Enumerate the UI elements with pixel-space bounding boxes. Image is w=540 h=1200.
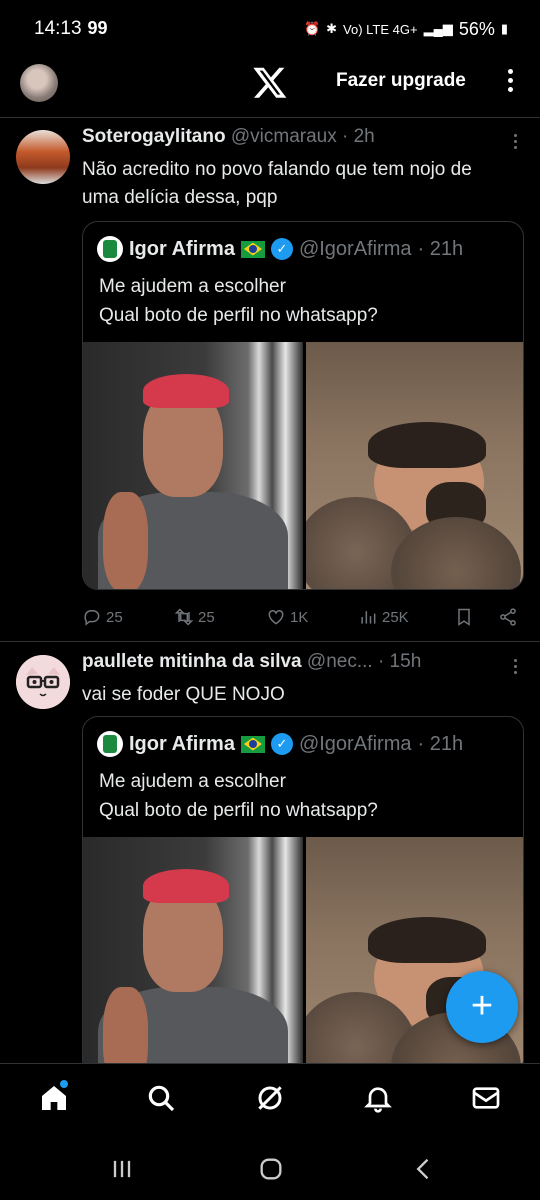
- nav-notifications[interactable]: [362, 1082, 394, 1114]
- bookmark-button[interactable]: [454, 607, 498, 627]
- quoted-text-line: Qual boto de perfil no whatsapp?: [99, 800, 378, 821]
- retweet-icon: [174, 608, 194, 626]
- like-button[interactable]: 1K: [266, 607, 358, 627]
- quoted-text: Me ajudem a escolher Qual boto de perfil…: [99, 272, 507, 330]
- mail-icon: [472, 1087, 500, 1109]
- quoted-text-line: Me ajudem a escolher: [99, 771, 286, 792]
- brazil-flag-icon: [240, 735, 265, 753]
- retweet-count: 25: [198, 608, 215, 626]
- status-time: 14:13: [34, 18, 82, 39]
- battery-level: 56%: [458, 18, 495, 39]
- quoted-author-handle: @IgorAfirma: [298, 237, 412, 260]
- quoted-time: · 21h: [417, 732, 464, 755]
- network-indicator: Vo) LTE 4G+: [343, 21, 418, 37]
- compose-button[interactable]: +: [446, 971, 518, 1043]
- verified-badge-icon: ✓: [270, 733, 293, 755]
- quoted-text: Me ajudem a escolher Qual boto de perfil…: [99, 767, 507, 825]
- quoted-media: [83, 342, 523, 589]
- bookmark-icon: [458, 608, 470, 626]
- more-options-icon[interactable]: [500, 66, 520, 98]
- tweet-text: vai se foder QUE NOJO: [82, 684, 285, 705]
- like-count: 1K: [290, 608, 309, 626]
- verified-badge-icon: ✓: [270, 238, 293, 260]
- nav-messages[interactable]: [470, 1082, 502, 1114]
- quoted-author-name: Igor Afirma: [129, 732, 235, 755]
- top-header: Fazer upgrade: [0, 58, 540, 118]
- retweet-button[interactable]: 25: [174, 607, 266, 627]
- view-count: 25K: [382, 608, 409, 626]
- tweet-actions: 25 25 1K 25K: [82, 602, 522, 632]
- x-logo-icon[interactable]: [252, 64, 288, 100]
- photo-lying[interactable]: [306, 342, 523, 589]
- search-icon: [148, 1085, 175, 1112]
- quoted-media: [83, 837, 523, 1075]
- notification-count: 99: [87, 18, 108, 38]
- tweet-more-icon[interactable]: [512, 659, 518, 677]
- views-icon: [361, 611, 376, 624]
- share-button[interactable]: [498, 607, 518, 627]
- back-icon[interactable]: [410, 1155, 438, 1183]
- reply-button[interactable]: 25: [82, 607, 174, 627]
- reply-count: 25: [106, 608, 123, 626]
- author-avatar[interactable]: [16, 130, 70, 184]
- bell-icon: [364, 1087, 392, 1113]
- quoted-author-avatar: [97, 236, 123, 262]
- tweet-more-icon[interactable]: [512, 134, 518, 152]
- author-name[interactable]: paullete mitinha da silva: [82, 651, 302, 672]
- battery-icon: ▮: [500, 21, 508, 36]
- views-button[interactable]: 25K: [358, 607, 454, 627]
- reply-icon: [84, 610, 100, 626]
- upgrade-button[interactable]: Fazer upgrade: [336, 70, 466, 92]
- signal-icon: ▂▄▆: [423, 21, 453, 36]
- notification-dot: [60, 1080, 68, 1088]
- grok-icon: [258, 1086, 282, 1110]
- author-name[interactable]: Soterogaylitano: [82, 126, 226, 147]
- bottom-nav: [0, 1063, 540, 1135]
- bluetooth-icon: ✱: [326, 21, 338, 36]
- quoted-time: · 21h: [417, 237, 464, 260]
- quoted-text-line: Me ajudem a escolher: [99, 276, 286, 297]
- nav-search[interactable]: [145, 1082, 177, 1114]
- brazil-flag-icon: [240, 240, 265, 258]
- alarm-icon: ⏰: [303, 21, 321, 36]
- quoted-author-avatar: [97, 731, 123, 757]
- quoted-author-name: Igor Afirma: [129, 237, 235, 260]
- author-handle[interactable]: @vicmaraux: [231, 126, 337, 147]
- status-bar: 14:13 99 ⏰ ✱ Vo) LTE 4G+ ▂▄▆ 56% ▮: [0, 0, 540, 58]
- photo-selfie[interactable]: [83, 837, 303, 1075]
- tweet[interactable]: Soterogaylitano @vicmaraux · 2h Não acre…: [0, 118, 540, 642]
- quoted-tweet[interactable]: Igor Afirma ✓ @IgorAfirma · 21h Me ajude…: [82, 221, 524, 590]
- nav-grok[interactable]: [254, 1082, 286, 1114]
- tweet-time: · 15h: [372, 651, 422, 672]
- quoted-author-handle: @IgorAfirma: [298, 732, 412, 755]
- author-handle[interactable]: @nec...: [307, 651, 373, 672]
- plus-icon: +: [470, 985, 494, 1027]
- quoted-text-line: Qual boto de perfil no whatsapp?: [99, 305, 378, 326]
- tweet-header: paullete mitinha da silva @nec... · 15h: [82, 651, 496, 673]
- cat-glasses-avatar-icon: [16, 655, 70, 709]
- tweet-time: · 2h: [336, 126, 375, 147]
- recent-apps-icon[interactable]: [108, 1155, 136, 1183]
- author-avatar[interactable]: [16, 655, 70, 709]
- system-nav-bar: [0, 1135, 540, 1200]
- nav-home[interactable]: [38, 1080, 70, 1114]
- share-icon: [500, 608, 516, 626]
- tweet-text: Não acredito no povo falando que tem noj…: [82, 159, 472, 208]
- heart-icon: [268, 609, 284, 625]
- home-button-icon[interactable]: [257, 1155, 285, 1183]
- photo-selfie[interactable]: [83, 342, 303, 589]
- profile-avatar[interactable]: [20, 64, 58, 102]
- tweet-header: Soterogaylitano @vicmaraux · 2h: [82, 126, 496, 148]
